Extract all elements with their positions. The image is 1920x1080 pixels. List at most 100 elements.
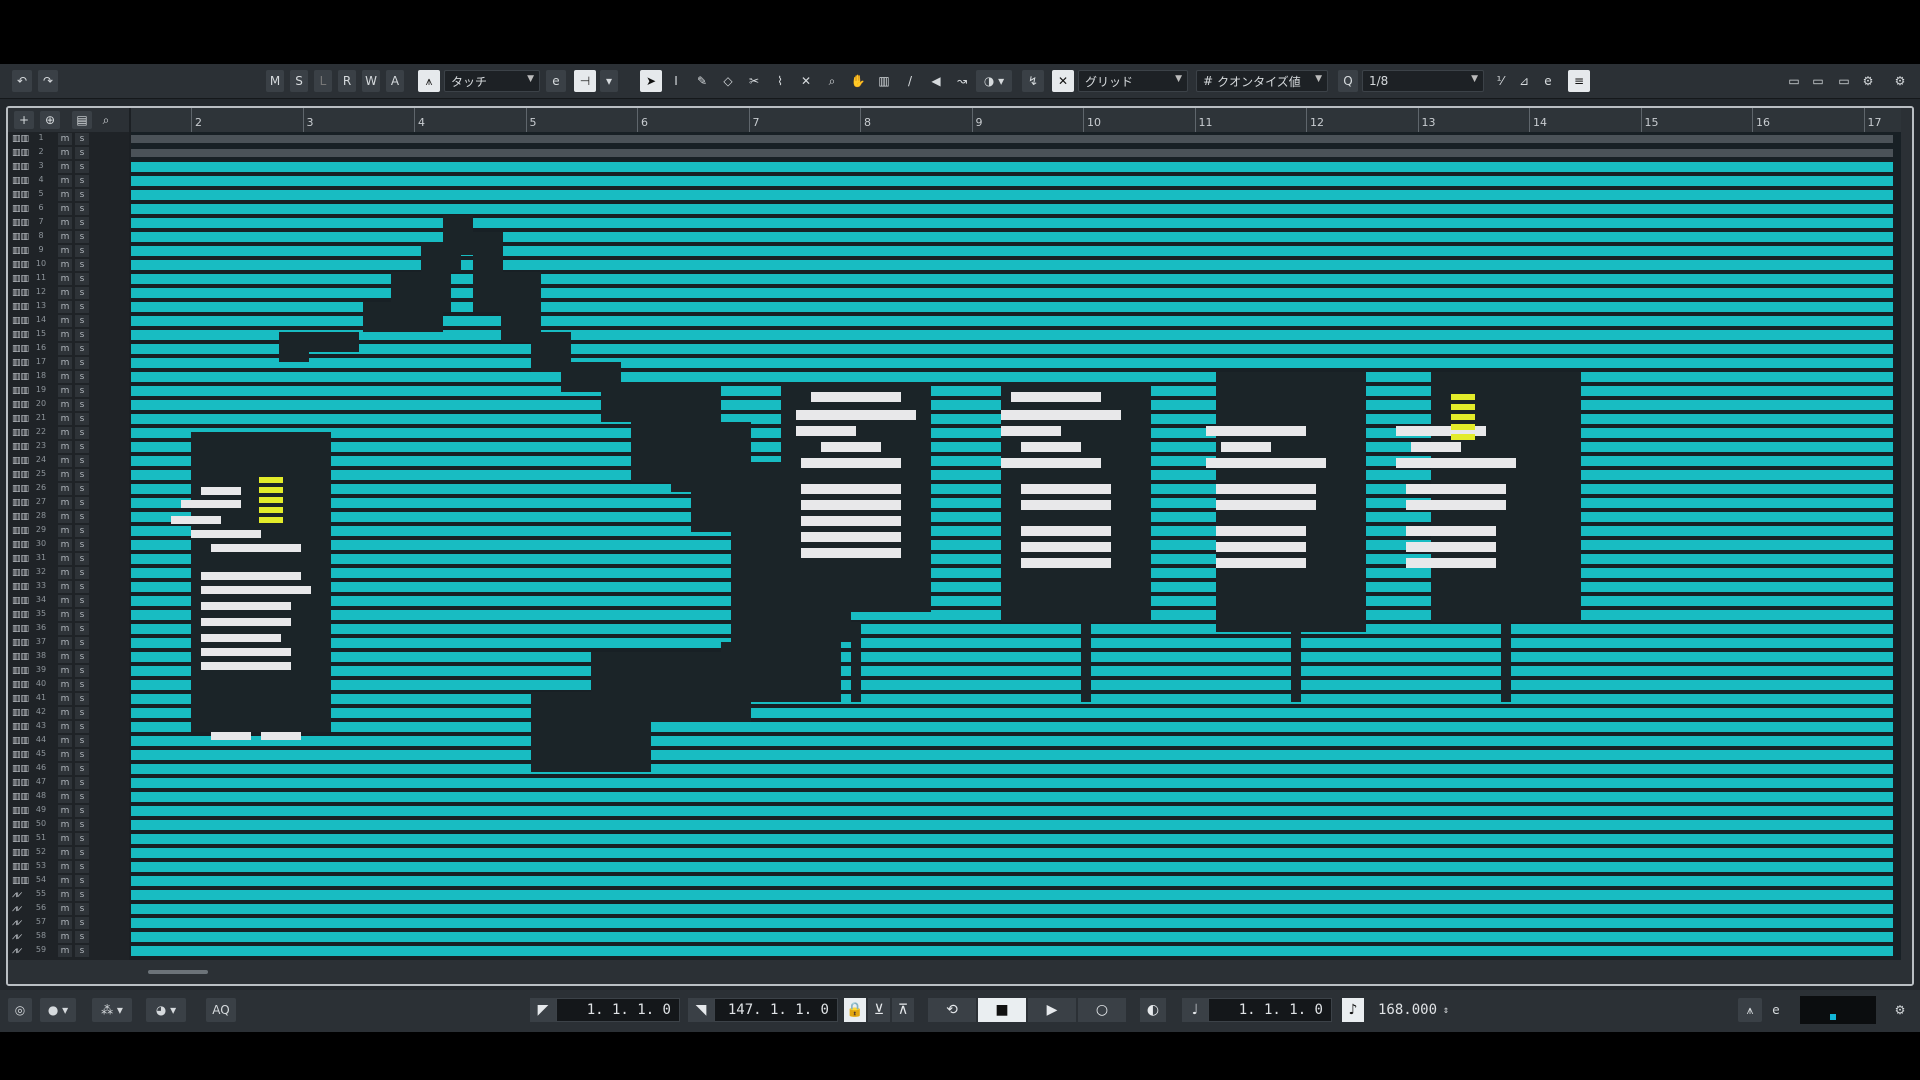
track-row[interactable]: ▥▥ 26 m s: [8, 482, 129, 496]
cycle-button[interactable]: ⟲: [928, 998, 976, 1022]
track-row[interactable]: ▥▥ 33 m s: [8, 580, 129, 594]
track-row[interactable]: ▥▥ 44 m s: [8, 734, 129, 748]
mute-button[interactable]: m: [58, 189, 72, 201]
track-row[interactable]: ▥▥ 49 m s: [8, 804, 129, 818]
midi-event[interactable]: [131, 918, 1893, 928]
midi-event[interactable]: [131, 806, 1893, 816]
track-row[interactable]: ▥▥ 19 m s: [8, 384, 129, 398]
mute-button[interactable]: m: [58, 861, 72, 873]
range-tool-icon[interactable]: I: [666, 70, 686, 92]
solo-button[interactable]: s: [75, 903, 89, 915]
mute-button[interactable]: m: [58, 273, 72, 285]
edit-icon[interactable]: e: [1764, 998, 1788, 1022]
metronome-icon[interactable]: ♩: [1182, 998, 1208, 1022]
mute-button[interactable]: m: [58, 749, 72, 761]
midi-event[interactable]: [131, 862, 1893, 872]
mute-button[interactable]: m: [58, 609, 72, 621]
solo-button[interactable]: s: [75, 931, 89, 943]
align-icon[interactable]: ≡: [1568, 70, 1590, 92]
midi-event[interactable]: [131, 708, 1893, 718]
track-row[interactable]: ▥▥ 39 m s: [8, 664, 129, 678]
solo-button[interactable]: s: [75, 497, 89, 509]
solo-button[interactable]: s: [75, 371, 89, 383]
midi-event[interactable]: [131, 764, 1893, 774]
mute-button[interactable]: m: [58, 357, 72, 369]
mute-button[interactable]: m: [58, 903, 72, 915]
track-row[interactable]: ▥▥ 7 m s: [8, 216, 129, 230]
solo-button[interactable]: s: [75, 329, 89, 341]
solo-button[interactable]: s: [75, 161, 89, 173]
monitor-icon[interactable]: ◐: [1140, 998, 1166, 1022]
mute-button[interactable]: m: [58, 875, 72, 887]
solo-button[interactable]: s: [75, 259, 89, 271]
mute-button[interactable]: m: [58, 553, 72, 565]
mute-button[interactable]: m: [58, 581, 72, 593]
midi-event[interactable]: [131, 680, 1893, 690]
track-row[interactable]: ▥▥ 42 m s: [8, 706, 129, 720]
solo-button[interactable]: s: [75, 427, 89, 439]
mute-button[interactable]: m: [58, 245, 72, 257]
midi-event[interactable]: [131, 666, 1893, 676]
solo-button[interactable]: s: [75, 469, 89, 481]
write-mode-button[interactable]: W: [362, 70, 380, 92]
track-row[interactable]: ▥▥ 40 m s: [8, 678, 129, 692]
track-row[interactable]: ▥▥ 10 m s: [8, 258, 129, 272]
add-track-icon[interactable]: +: [14, 111, 34, 129]
solo-button[interactable]: s: [75, 581, 89, 593]
mute-button[interactable]: m: [58, 217, 72, 229]
mute-button[interactable]: m: [58, 707, 72, 719]
punch-icon[interactable]: ◕ ▾: [146, 998, 186, 1022]
solo-button[interactable]: s: [75, 707, 89, 719]
track-row[interactable]: ▥▥ 16 m s: [8, 342, 129, 356]
track-row[interactable]: ▥▥ 3 m s: [8, 160, 129, 174]
track-row[interactable]: ▥▥ 23 m s: [8, 440, 129, 454]
midi-event[interactable]: [131, 162, 1893, 172]
solo-button[interactable]: s: [75, 357, 89, 369]
track-row[interactable]: ▥▥ 41 m s: [8, 692, 129, 706]
mute-button[interactable]: m: [58, 497, 72, 509]
solo-button[interactable]: s: [75, 525, 89, 537]
mute-button[interactable]: m: [58, 427, 72, 439]
erase-tool-icon[interactable]: ◇: [718, 70, 738, 92]
settings-icon[interactable]: ⚙: [1858, 70, 1878, 92]
listen-mode-button[interactable]: L: [314, 70, 332, 92]
track-row[interactable]: ▥▥ 17 m s: [8, 356, 129, 370]
track-row[interactable]: ⩘⩗ 58 m s: [8, 930, 129, 944]
read-mode-button[interactable]: R: [338, 70, 356, 92]
punch-in-icon[interactable]: ⊻: [868, 998, 890, 1022]
solo-button[interactable]: s: [75, 735, 89, 747]
mute-button[interactable]: m: [58, 805, 72, 817]
midi-event[interactable]: [131, 344, 1893, 354]
midi-event[interactable]: [131, 932, 1893, 942]
midi-event[interactable]: [131, 638, 1893, 648]
track-row[interactable]: ▥▥ 36 m s: [8, 622, 129, 636]
warp-tool-icon[interactable]: ↝: [952, 70, 972, 92]
left-locator-icon[interactable]: ◤: [530, 998, 556, 1022]
solo-button[interactable]: s: [75, 175, 89, 187]
solo-button[interactable]: s: [75, 749, 89, 761]
midi-event[interactable]: [131, 358, 1893, 368]
track-row[interactable]: ▥▥ 21 m s: [8, 412, 129, 426]
mute-button[interactable]: m: [58, 147, 72, 159]
solo-button[interactable]: s: [75, 287, 89, 299]
midi-event[interactable]: [131, 736, 1893, 746]
track-row[interactable]: ▥▥ 53 m s: [8, 860, 129, 874]
midi-event[interactable]: [131, 946, 1893, 956]
waveform-icon[interactable]: ⁂ ▾: [92, 998, 132, 1022]
record-mode-icon[interactable]: ● ▾: [40, 998, 76, 1022]
mute-button[interactable]: m: [58, 595, 72, 607]
speaker-tool-icon[interactable]: ◀: [926, 70, 946, 92]
solo-button[interactable]: s: [75, 721, 89, 733]
solo-button[interactable]: s: [75, 301, 89, 313]
mute-button[interactable]: m: [58, 259, 72, 271]
solo-button[interactable]: s: [75, 189, 89, 201]
mute-button[interactable]: m: [58, 287, 72, 299]
track-row[interactable]: ▥▥ 29 m s: [8, 524, 129, 538]
midi-event[interactable]: [131, 624, 1893, 634]
lower-zone-icon[interactable]: ▭: [1808, 70, 1828, 92]
midi-event[interactable]: [131, 722, 1893, 732]
solo-button[interactable]: s: [75, 945, 89, 957]
track-list-icon[interactable]: ▤: [72, 111, 92, 129]
solo-button[interactable]: s: [75, 133, 89, 145]
mute-button[interactable]: m: [58, 665, 72, 677]
